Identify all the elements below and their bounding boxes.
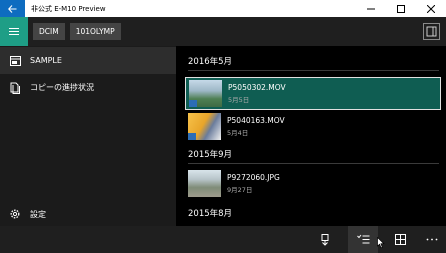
hamburger-line xyxy=(9,27,19,29)
file-list: 2016年5月 P5050302.MOV 5月5日 P5040163.MOV 5… xyxy=(176,46,446,226)
file-date: 5月4日 xyxy=(227,129,249,137)
bottom-app-bar xyxy=(0,226,446,253)
sidebar-item-sample[interactable]: SAMPLE xyxy=(0,47,176,74)
close-button[interactable] xyxy=(416,0,446,17)
more-options-button[interactable] xyxy=(417,226,446,253)
panel-icon xyxy=(426,26,437,37)
sidebar-item-copy-progress[interactable]: コピーの進捗状況 xyxy=(0,74,176,101)
download-icon xyxy=(321,233,329,246)
breadcrumb-dcim[interactable]: DCIM xyxy=(33,23,65,40)
video-thumbnail xyxy=(188,113,221,140)
grid-view-button[interactable] xyxy=(385,226,415,253)
maximize-icon xyxy=(397,4,405,13)
settings-button[interactable]: 設定 xyxy=(0,201,176,227)
gear-icon xyxy=(10,209,20,219)
sidebar-item-label: SAMPLE xyxy=(30,56,62,65)
video-badge-icon xyxy=(188,133,196,140)
file-date: 5月5日 xyxy=(228,96,250,104)
group-header-2015-08: 2015年8月 xyxy=(188,209,233,219)
video-badge-icon xyxy=(189,100,197,107)
toolbar: DCIM 101OLYMP xyxy=(0,17,446,46)
file-name: P5040163.MOV xyxy=(227,116,285,125)
import-button[interactable] xyxy=(310,226,340,253)
divider xyxy=(188,70,439,71)
divider xyxy=(188,163,439,164)
video-thumbnail xyxy=(189,80,222,107)
photo-thumbnail xyxy=(188,170,221,197)
list-item[interactable]: P9272060.JPG 9月27日 xyxy=(185,167,441,200)
panel-toggle-button[interactable] xyxy=(423,23,440,40)
list-item[interactable]: P5040163.MOV 5月4日 xyxy=(185,110,441,143)
select-mode-button[interactable] xyxy=(348,226,378,253)
back-button[interactable] xyxy=(0,0,25,17)
grid-icon xyxy=(394,234,406,245)
list-item[interactable]: P5050302.MOV 5月5日 xyxy=(185,77,441,110)
file-name: P9272060.JPG xyxy=(227,173,280,182)
hamburger-menu-button[interactable] xyxy=(0,17,28,46)
group-header-2015-09: 2015年9月 xyxy=(188,150,233,160)
breadcrumb-101olymp[interactable]: 101OLYMP xyxy=(69,23,121,40)
close-icon xyxy=(427,4,435,13)
more-icon xyxy=(426,238,438,241)
copy-icon xyxy=(10,82,20,94)
app-title: 非公式 E-M10 Preview xyxy=(31,4,106,13)
back-arrow-icon xyxy=(8,4,17,13)
hamburger-line xyxy=(9,30,19,33)
sidebar: SAMPLE コピーの進捗状況 設定 xyxy=(0,46,176,226)
title-bar: 非公式 E-M10 Preview xyxy=(0,0,446,17)
file-name: P5050302.MOV xyxy=(228,83,286,92)
maximize-button[interactable] xyxy=(386,0,416,17)
file-date: 9月27日 xyxy=(227,186,253,194)
settings-label: 設定 xyxy=(30,209,46,219)
minimize-icon xyxy=(367,8,375,9)
mouse-cursor-icon xyxy=(377,234,385,253)
sidebar-item-label: コピーの進捗状況 xyxy=(30,83,94,92)
sd-card-icon xyxy=(9,55,21,66)
hamburger-line xyxy=(9,34,19,36)
minimize-button[interactable] xyxy=(356,0,386,17)
checklist-icon xyxy=(356,234,369,244)
group-header-2016-05: 2016年5月 xyxy=(188,57,233,67)
